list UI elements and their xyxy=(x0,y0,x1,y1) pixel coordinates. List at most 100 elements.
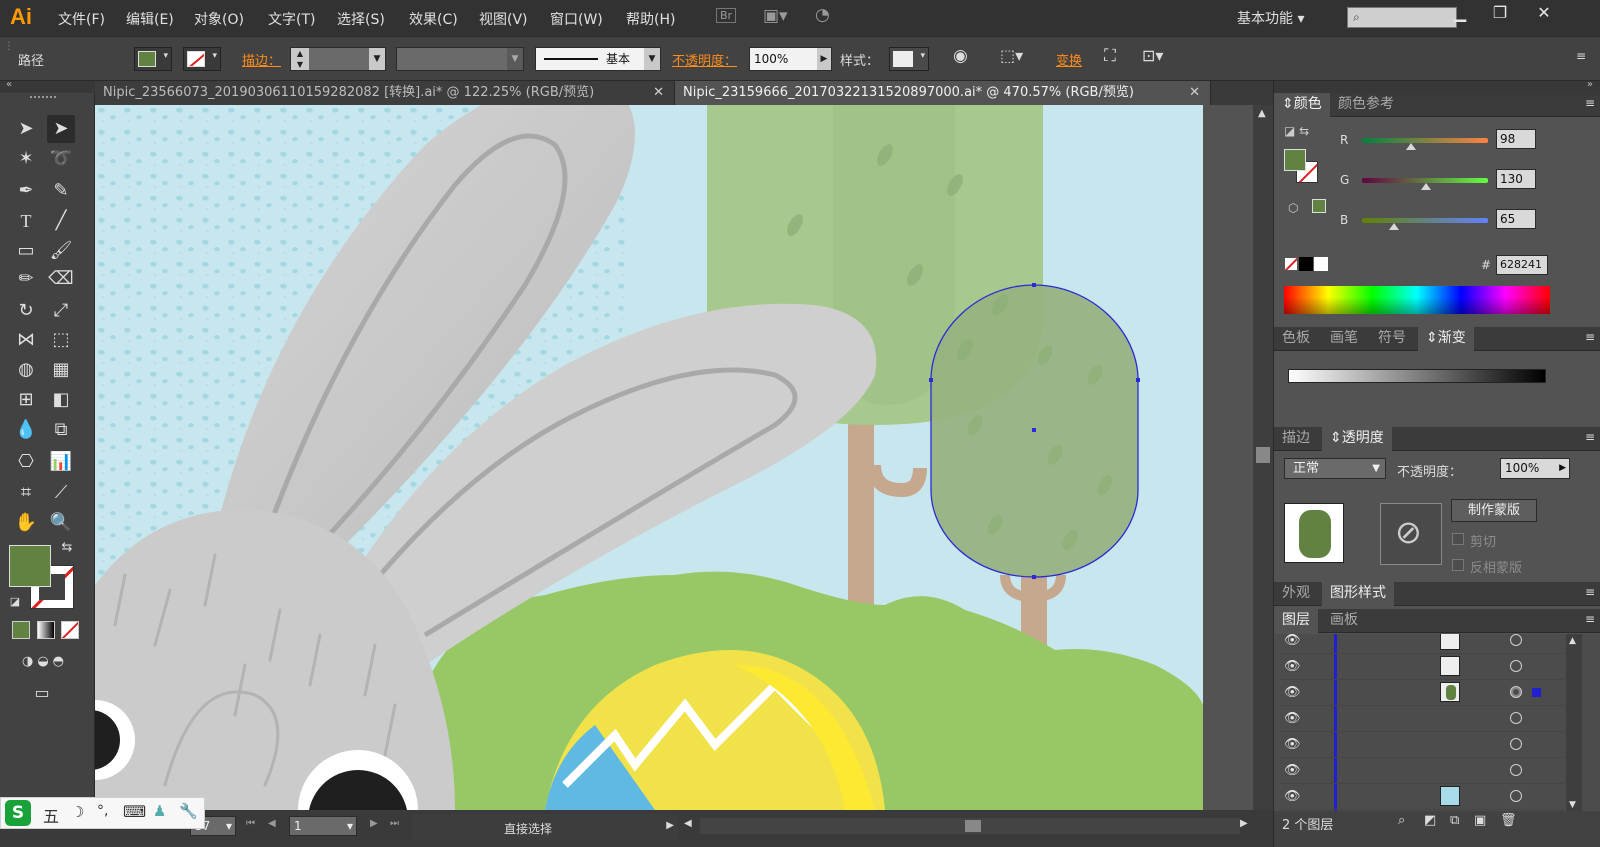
tab-color[interactable]: ⇕颜色 xyxy=(1274,93,1330,117)
tab-brushes[interactable]: 画笔 xyxy=(1322,327,1366,351)
white-swatch[interactable] xyxy=(1314,257,1328,271)
artboard-canvas[interactable] xyxy=(95,105,1253,810)
color-spectrum[interactable] xyxy=(1284,286,1550,314)
rectangle-tool-icon[interactable]: ▭ xyxy=(12,237,40,265)
lasso-icon[interactable]: ➰ xyxy=(47,145,75,173)
type-tool-icon[interactable]: T xyxy=(12,207,40,235)
tab-transparency[interactable]: ⇕透明度 xyxy=(1322,427,1392,451)
g-slider-thumb[interactable] xyxy=(1421,183,1431,190)
bridge-icon[interactable]: Br xyxy=(716,8,737,23)
direct-selection-tool-icon[interactable]: ➤ xyxy=(47,115,75,143)
new-sublayer-icon[interactable]: ⧉ xyxy=(1450,813,1459,828)
tab-artboards[interactable]: 画板 xyxy=(1322,609,1366,633)
eye-icon[interactable]: 👁 xyxy=(1284,763,1301,778)
mask-thumbnail[interactable]: ⊘ xyxy=(1380,503,1442,565)
expand-icon[interactable]: » xyxy=(1587,79,1593,90)
collapse-icon[interactable]: « xyxy=(6,79,12,90)
chevron-right-icon[interactable]: ▶ xyxy=(666,820,674,831)
artboard-tool-icon[interactable]: ⌗ xyxy=(12,479,40,507)
isolate-icon[interactable]: ⛶ xyxy=(1104,46,1116,66)
layer-row[interactable]: 👁 xyxy=(1280,654,1564,680)
column-graph-icon[interactable]: 📊 xyxy=(47,448,75,476)
scroll-down-icon[interactable]: ▼ xyxy=(1569,800,1576,810)
document-tab-1[interactable]: Nipic_23566073_20190306110159282082 [转换]… xyxy=(95,81,675,105)
menu-help[interactable]: 帮助(H) xyxy=(626,9,675,29)
delete-layer-icon[interactable]: 🗑 xyxy=(1500,813,1517,828)
gamut-swatch[interactable] xyxy=(1312,199,1326,213)
layers-scrollbar[interactable]: ▲ ▼ xyxy=(1566,634,1582,814)
target-icon[interactable] xyxy=(1510,712,1522,724)
stepper-icon[interactable]: ▲ ▼ xyxy=(291,48,309,70)
target-icon[interactable] xyxy=(1510,738,1522,750)
zoom-tool-icon[interactable]: 🔍 xyxy=(47,509,75,537)
eye-icon[interactable]: 👁 xyxy=(1284,711,1301,726)
r-slider[interactable] xyxy=(1362,138,1488,143)
gradient-preview[interactable] xyxy=(1288,369,1546,383)
r-value-field[interactable]: 98 xyxy=(1496,129,1536,149)
variable-width-dropdown[interactable]: ▼ xyxy=(396,47,524,71)
tab-appearance[interactable]: 外观 xyxy=(1274,582,1318,606)
draw-mode-icons[interactable]: ◑◒◓ xyxy=(10,648,80,676)
rotate-icon[interactable]: ↻ xyxy=(12,297,40,325)
eye-icon[interactable]: 👁 xyxy=(1284,685,1301,700)
layer-row[interactable]: 👁 xyxy=(1280,732,1564,758)
tab-layers[interactable]: 图层 xyxy=(1274,609,1318,633)
object-thumbnail[interactable] xyxy=(1284,503,1344,563)
screen-mode-icon[interactable]: ▭ xyxy=(28,679,56,707)
default-fill-stroke-icon[interactable]: ◪ ⇆ xyxy=(1284,124,1309,138)
out-of-gamut-icon[interactable]: ⬡ xyxy=(1288,201,1298,215)
close-button[interactable]: ✕ xyxy=(1520,2,1568,24)
new-layer-icon[interactable]: ▣ xyxy=(1474,813,1486,828)
selection-tool-icon[interactable]: ➤ xyxy=(12,115,40,143)
align-to-icon[interactable]: ⬚▾ xyxy=(1000,46,1023,65)
panel-menu-icon[interactable]: ≡ xyxy=(1585,612,1595,626)
eye-icon[interactable]: 👁 xyxy=(1284,659,1301,674)
color-fill-swatch[interactable] xyxy=(1284,149,1306,171)
horizontal-scroll-thumb[interactable] xyxy=(965,820,981,832)
menu-edit[interactable]: 编辑(E) xyxy=(126,9,174,29)
paintbrush-icon[interactable]: 🖌 xyxy=(47,237,75,265)
chevron-down-icon[interactable]: ▼ xyxy=(369,48,385,70)
vertical-scrollbar[interactable]: ▲ xyxy=(1253,105,1273,810)
minimize-button[interactable]: ▁ xyxy=(1440,2,1480,24)
b-slider[interactable] xyxy=(1362,218,1488,223)
eyedropper-icon[interactable]: 💧 xyxy=(12,416,40,444)
swap-fill-stroke-icon[interactable]: ⇆ xyxy=(58,539,76,557)
panel-menu-icon[interactable]: ≡ xyxy=(1576,49,1586,63)
menu-file[interactable]: 文件(F) xyxy=(58,9,105,29)
mesh-tool-icon[interactable]: ⊞ xyxy=(12,386,40,414)
moon-icon[interactable]: ☽ xyxy=(71,803,84,821)
close-icon[interactable]: ✕ xyxy=(1189,81,1200,104)
eye-icon[interactable]: 👁 xyxy=(1284,789,1301,804)
default-colors-icon[interactable]: ◪ xyxy=(6,593,24,611)
scroll-thumb[interactable] xyxy=(1256,447,1270,463)
restore-button[interactable]: ❐ xyxy=(1480,2,1520,24)
target-icon[interactable] xyxy=(1510,634,1522,646)
eraser-icon[interactable]: ⌫ xyxy=(47,265,75,293)
blend-mode-dropdown[interactable]: 正常 ▼ xyxy=(1284,458,1386,479)
b-slider-thumb[interactable] xyxy=(1389,223,1399,230)
panel-menu-icon[interactable]: ≡ xyxy=(1585,330,1595,344)
stroke-weight-field[interactable]: ▲ ▼ ▼ xyxy=(290,47,386,71)
menu-type[interactable]: 文字(T) xyxy=(268,9,315,29)
isolate-mode-icon[interactable]: ⊡▾ xyxy=(1142,46,1163,65)
chevron-right-icon[interactable]: ▶ xyxy=(1559,459,1566,478)
ime-mode[interactable]: 五 xyxy=(43,803,59,827)
layer-row[interactable]: 👁 xyxy=(1280,784,1564,810)
layer-row[interactable]: 👁 xyxy=(1280,706,1564,732)
locate-object-icon[interactable]: ⌕ xyxy=(1398,813,1405,828)
tool-status-field[interactable]: 直接选择 ▶ xyxy=(412,814,678,840)
target-icon[interactable] xyxy=(1510,686,1522,698)
tab-stroke[interactable]: 描边 xyxy=(1274,427,1318,451)
layer-row-selected[interactable]: 👁 xyxy=(1280,680,1564,706)
brush-profile-dropdown[interactable]: 基本 ▼ xyxy=(535,47,661,71)
eye-icon[interactable]: 👁 xyxy=(1284,634,1301,648)
target-icon[interactable] xyxy=(1510,660,1522,672)
scroll-up-icon[interactable]: ▲ xyxy=(1258,108,1266,119)
wrench-icon[interactable]: 🔧 xyxy=(179,802,198,820)
tab-gradient[interactable]: ⇕渐变 xyxy=(1418,327,1474,351)
pencil-icon[interactable]: ✏ xyxy=(12,265,40,293)
punct-icon[interactable]: °, xyxy=(97,803,108,819)
scroll-up-icon[interactable]: ▲ xyxy=(1569,636,1576,646)
target-icon[interactable] xyxy=(1510,764,1522,776)
